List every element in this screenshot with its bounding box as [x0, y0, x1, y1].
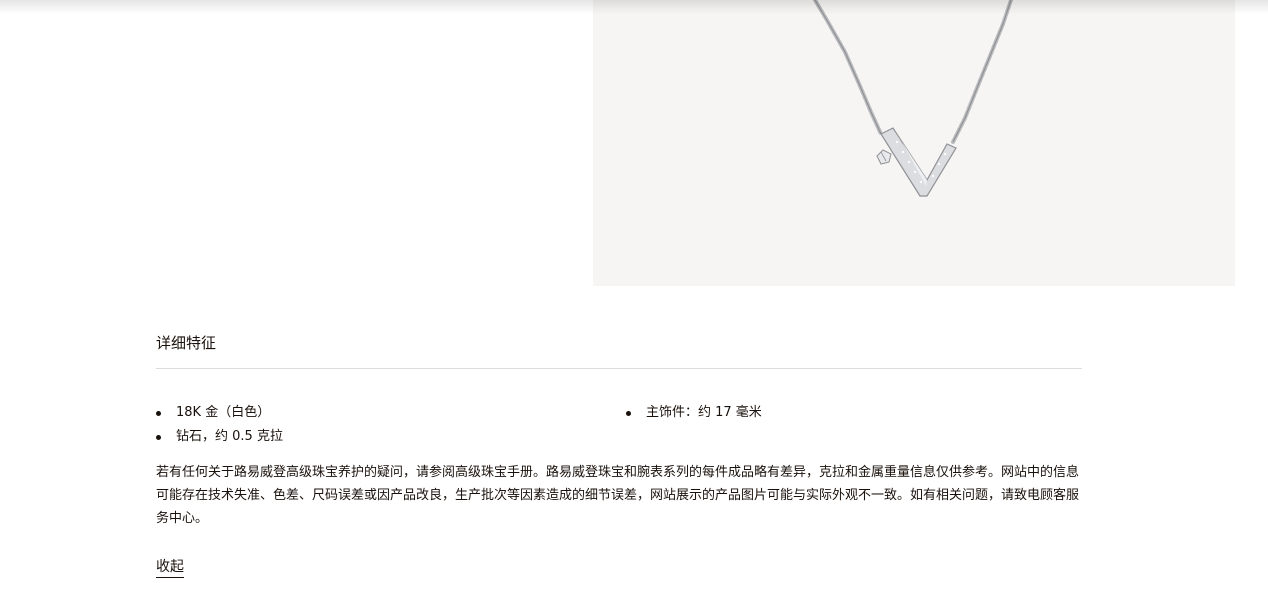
details-divider — [156, 368, 1082, 369]
collapse-link[interactable]: 收起 — [156, 557, 184, 578]
header-shadow — [0, 0, 1268, 14]
feature-list: 18K 金（白色） 钻石，约 0.5 克拉 主饰件：约 17 毫米 — [156, 401, 1082, 449]
feature-item: 主饰件：约 17 毫米 — [626, 401, 762, 425]
necklace-image — [813, 0, 1013, 197]
details-title: 详细特征 — [156, 334, 217, 352]
feature-column-right: 主饰件：约 17 毫米 — [626, 401, 762, 449]
details-section: 详细特征 18K 金（白色） 钻石，约 0.5 克拉 主饰件：约 17 毫米 若… — [156, 326, 1082, 578]
feature-item: 钻石，约 0.5 克拉 — [156, 425, 626, 449]
care-notice: 若有任何关于路易威登高级珠宝养护的疑问，请参阅高级珠宝手册。路易威登珠宝和腕表系… — [156, 465, 1080, 526]
product-image[interactable] — [593, 0, 1235, 286]
feature-item: 18K 金（白色） — [156, 401, 626, 425]
feature-column-left: 18K 金（白色） 钻石，约 0.5 克拉 — [156, 401, 626, 449]
